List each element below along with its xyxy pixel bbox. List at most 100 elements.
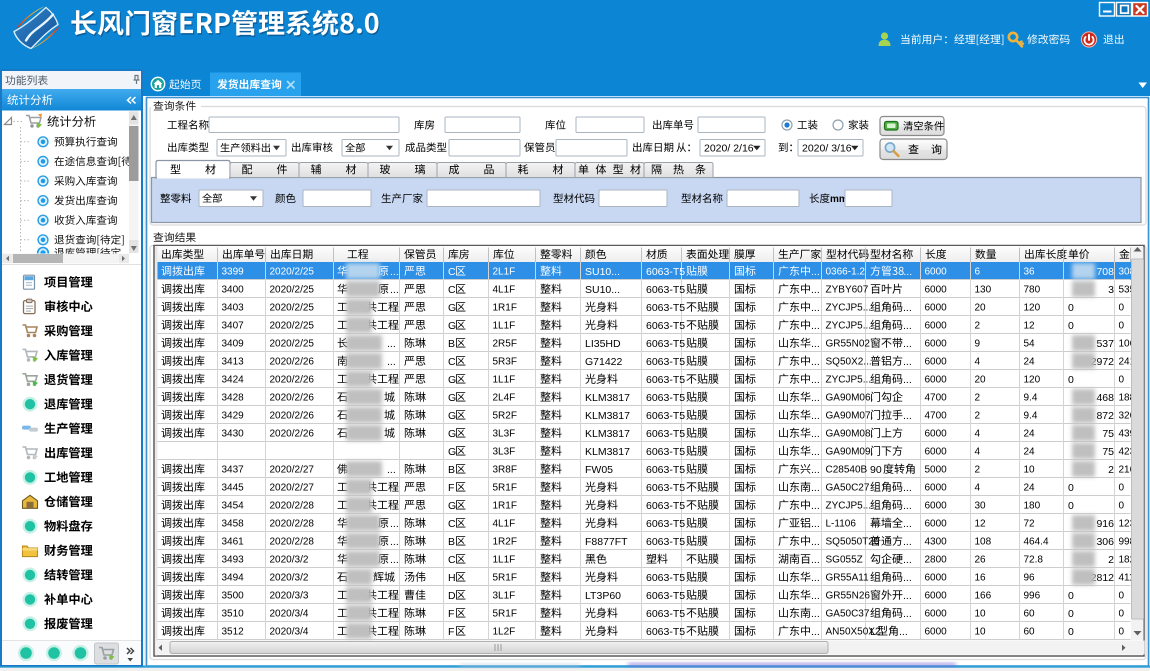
svg-text:6000: 6000 [925,447,948,458]
svg-text:6063-T5: 6063-T5 [646,572,685,584]
svg-text:0: 0 [1119,483,1125,494]
svg-text:5R1F: 5R1F [493,573,517,584]
svg-text:F: F [448,482,454,494]
svg-text:G: G [448,320,456,332]
svg-text:120: 120 [1024,303,1041,314]
svg-text:ZYBY607: ZYBY607 [826,285,869,296]
svg-text:KLM3817: KLM3817 [585,392,630,404]
svg-text:...: ... [387,356,396,368]
svg-text:4: 4 [975,447,981,458]
svg-text:6063-T5: 6063-T5 [646,266,685,278]
svg-text:996: 996 [1024,591,1041,602]
svg-text:2020/ 2/16: 2020/ 2/16 [704,143,754,155]
svg-text:464.4: 464.4 [1024,537,1049,548]
svg-text:6000: 6000 [925,609,948,620]
svg-text:G: G [448,428,456,440]
svg-text:2020/2/25: 2020/2/25 [270,285,315,296]
svg-text:2800: 2800 [925,555,948,566]
svg-text:4700: 4700 [925,393,948,404]
svg-text:3413: 3413 [222,357,245,368]
svg-text:...: ... [811,320,820,332]
svg-text:6063-T5: 6063-T5 [646,518,685,530]
svg-text:2R5F: 2R5F [493,339,517,350]
svg-text:GA90M08.: GA90M08. [826,429,874,440]
svg-text:5R2F: 5R2F [493,411,517,422]
svg-text:3500: 3500 [222,591,245,602]
svg-text:L-1106: L-1106 [826,519,857,530]
svg-text:0: 0 [1068,482,1074,494]
svg-text:6063-T5: 6063-T5 [646,428,685,440]
svg-text:4300: 4300 [925,537,948,548]
svg-text:3L3F: 3L3F [493,447,516,458]
svg-text:120: 120 [1024,375,1041,386]
svg-text:75: 75 [1102,428,1114,440]
svg-text:54: 54 [1024,339,1036,350]
svg-text:G: G [448,392,456,404]
svg-text:5R1F: 5R1F [493,483,517,494]
svg-text:0: 0 [1119,321,1125,332]
svg-text:6063-T5: 6063-T5 [646,320,685,332]
svg-text:...: ... [811,356,820,368]
svg-text:537: 537 [1096,338,1114,350]
svg-text:6000: 6000 [925,339,948,350]
svg-text:2: 2 [1108,554,1114,566]
svg-text:0: 0 [1068,374,1074,386]
svg-text:0: 0 [1068,626,1074,638]
svg-text:...: ... [903,482,912,494]
svg-text:5R3F: 5R3F [493,357,517,368]
svg-text:20: 20 [975,303,987,314]
svg-text:...: ... [811,500,820,512]
svg-text:F: F [448,626,454,638]
svg-text:L: L [870,626,876,638]
svg-text:LT3P60: LT3P60 [585,590,621,602]
svg-text:...: ... [903,518,912,530]
svg-text:GR55N02: GR55N02 [826,339,871,350]
svg-text:D: D [448,590,456,602]
svg-text:468: 468 [1096,392,1114,404]
svg-text:24: 24 [1024,483,1036,494]
svg-text:6063-T5: 6063-T5 [646,464,685,476]
svg-text:96: 96 [1024,573,1036,584]
svg-text:...: ... [903,356,912,368]
svg-text:3458: 3458 [222,519,245,530]
svg-text:3424: 3424 [222,375,245,386]
svg-text:...: ... [811,572,820,584]
svg-text:...: ... [811,536,820,548]
svg-text:6000: 6000 [925,591,948,602]
svg-text:G: G [448,500,456,512]
svg-text:GR55N26: GR55N26 [826,591,871,602]
svg-text:SQ50X2...: SQ50X2... [826,357,872,368]
svg-text:180: 180 [1024,501,1041,512]
svg-text:...: ... [387,464,396,476]
svg-text:1L2F: 1L2F [493,627,516,638]
svg-text:C: C [448,554,456,566]
svg-text:...: ... [899,626,908,638]
svg-text:2020/2/25: 2020/2/25 [270,321,315,332]
svg-text:2020/2/27: 2020/2/27 [270,465,315,476]
svg-text:6063-T5: 6063-T5 [646,374,685,386]
svg-text:0: 0 [1068,302,1074,314]
svg-text:3L3F: 3L3F [493,429,516,440]
svg-text:6000: 6000 [925,429,948,440]
svg-text:G71422: G71422 [585,356,623,368]
svg-text:108: 108 [975,537,992,548]
svg-text:9: 9 [975,339,981,350]
svg-text:GA90M09.: GA90M09. [826,447,874,458]
svg-text:2020/2/27: 2020/2/27 [270,483,315,494]
svg-text:...: ... [811,464,820,476]
svg-text:3R8F: 3R8F [493,465,517,476]
svg-text:3445: 3445 [222,483,245,494]
svg-text:3454: 3454 [222,501,245,512]
svg-text:GA50C27: GA50C27 [826,483,870,494]
svg-text:5R1F: 5R1F [493,609,517,620]
svg-text:F8877FT: F8877FT [585,536,628,548]
svg-text:...: ... [903,536,912,548]
svg-text:B: B [448,536,455,548]
svg-text:6000: 6000 [925,573,948,584]
svg-text:6063-T5: 6063-T5 [646,356,685,368]
svg-text:LI35HD: LI35HD [585,338,621,350]
svg-text:3461: 3461 [222,537,245,548]
svg-text:26: 26 [975,555,987,566]
svg-text:F: F [448,608,454,620]
svg-text:KLM3817: KLM3817 [585,410,630,422]
